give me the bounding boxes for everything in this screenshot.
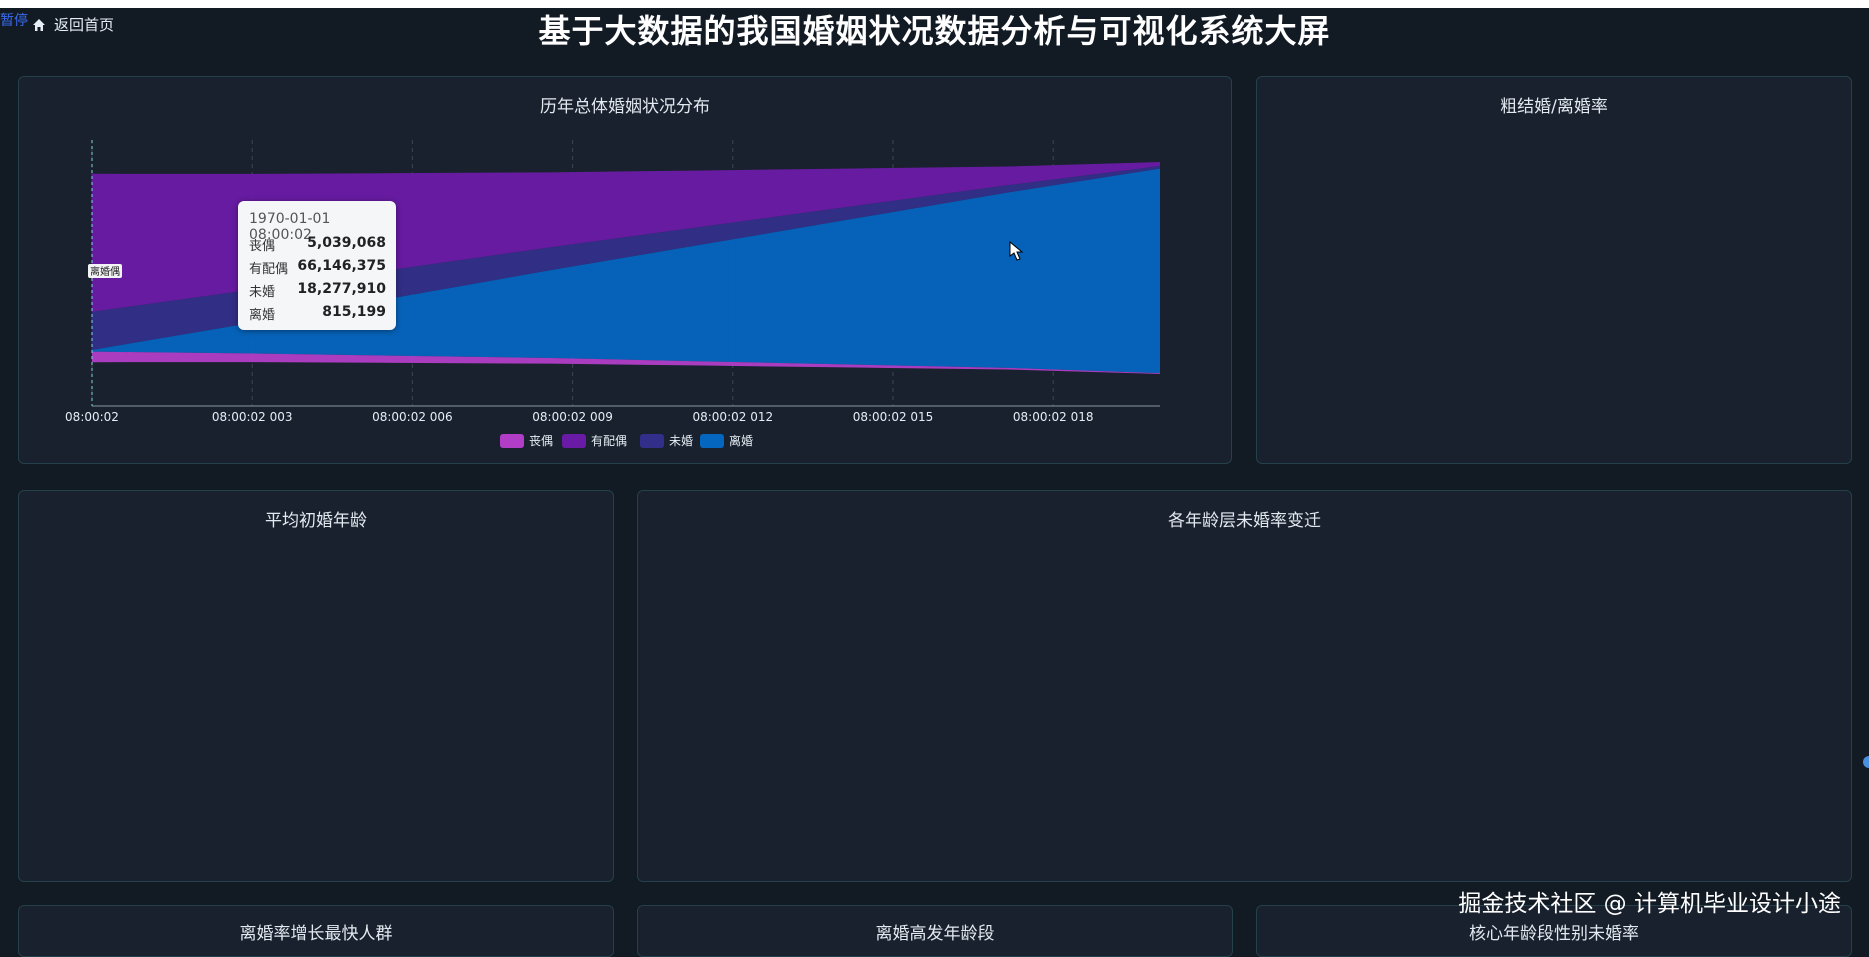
gender-unmarried-title: 核心年龄段性别未婚率 [1469,924,1639,944]
stream-x-tick: 08:00:02 018 [1013,410,1094,424]
divorce-growth-title: 离婚率增长最快人群 [239,924,393,944]
stream-legend-label: 丧偶 [529,434,553,448]
stream-legend-label: 有配偶 [591,434,627,448]
divorce-growth-panel: 离婚率增长最快人群 [18,905,614,957]
heatmap-panel: 各年龄层未婚率变迁 [637,490,1852,882]
tooltip-row: 有配偶 66,146,375 [249,258,386,277]
stream-x-tick: 08:00:02 015 [853,410,934,424]
watermark: 掘金技术社区 @ 计算机毕业设计小途 [1458,891,1841,917]
divorce-age-title: 离婚高发年龄段 [875,924,995,944]
rate-panel-title: 粗结婚/离婚率 [1500,97,1608,117]
stream-x-tick: 08:00:02 012 [692,410,773,424]
rate-panel: 粗结婚/离婚率 [1256,76,1852,464]
tooltip-row: 未婚 18,277,910 [249,281,386,300]
age-panel-title: 平均初婚年龄 [265,511,367,531]
stream-legend-swatch [562,434,586,448]
stream-x-tick: 08:00:02 003 [212,410,293,424]
stream-legend-swatch [640,434,664,448]
tooltip-row: 丧偶 5,039,068 [249,235,386,254]
scroll-indicator [1863,756,1869,768]
stream-tooltip: 1970-01-01 08:00:02 丧偶 5,039,068 有配偶 66,14… [238,201,396,330]
age-panel: 平均初婚年龄 [18,490,614,882]
stream-cursor-label: 离婚偶 [90,265,120,278]
divorce-age-panel: 离婚高发年龄段 [637,905,1233,957]
stream-legend-label: 未婚 [669,434,693,448]
tooltip-row: 离婚 815,199 [249,304,386,323]
stream-legend-label: 离婚 [729,433,753,448]
stream-x-tick: 08:00:02 [65,410,119,424]
stream-x-tick: 08:00:02 006 [372,410,453,424]
heatmap-panel-title: 各年龄层未婚率变迁 [1168,511,1321,531]
stream-legend-swatch [700,434,724,448]
stream-x-tick: 08:00:02 009 [532,410,613,424]
stream-legend-swatch [500,434,524,448]
